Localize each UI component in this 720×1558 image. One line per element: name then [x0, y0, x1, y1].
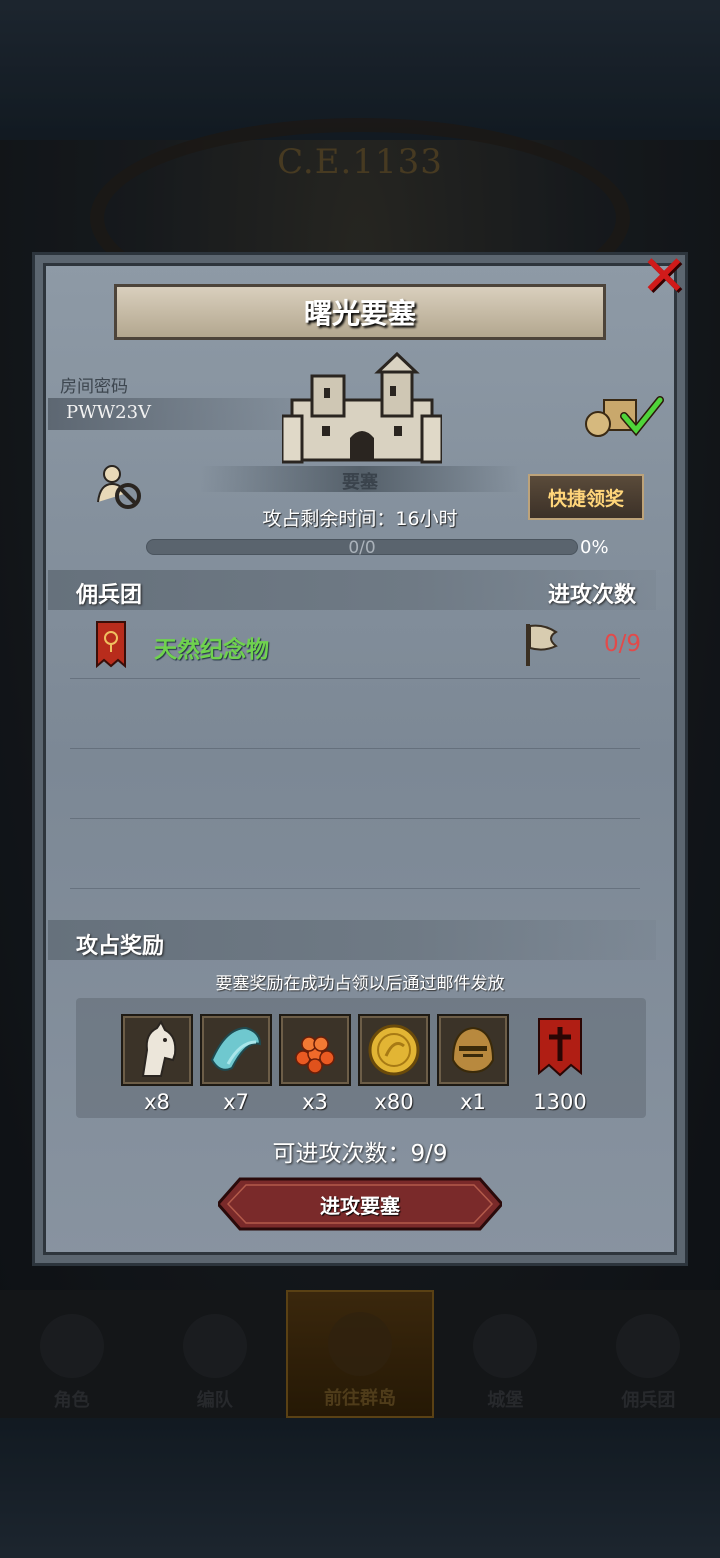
dialog-title: 曙光要塞	[303, 297, 416, 330]
progress-percent: 0%	[580, 537, 609, 558]
reward-item[interactable]: x80	[358, 1014, 430, 1114]
reward-qty: x1	[460, 1090, 486, 1114]
reward-qty: 1300	[533, 1090, 587, 1114]
reward-item[interactable]: 1300	[522, 1014, 598, 1114]
caviar-icon	[295, 1036, 335, 1074]
fortress-icon	[282, 351, 442, 464]
guild-banner-icon	[538, 1018, 582, 1077]
supply-claimed-icon	[585, 396, 664, 437]
no-guest-icon[interactable]	[96, 462, 144, 510]
mercenary-section-title: 佣兵团	[76, 583, 143, 608]
remaining-time: 攻占剩余时间：16小时	[262, 508, 458, 530]
attack-flag-icon	[526, 624, 558, 666]
available-attacks: 可进攻次数：9/9	[272, 1141, 448, 1167]
gold-coin-icon	[368, 1024, 420, 1076]
reward-note: 要塞奖励在成功占领以后通过邮件发放	[215, 974, 505, 994]
reward-qty: x8	[144, 1090, 170, 1114]
room-password-label: 房间密码	[60, 377, 128, 397]
reward-item[interactable]: x3	[279, 1014, 351, 1114]
reward-item[interactable]: x8	[121, 1014, 193, 1114]
list-divider	[70, 818, 640, 819]
reward-qty: x3	[302, 1090, 328, 1114]
list-divider	[70, 678, 640, 679]
list-divider	[70, 748, 640, 749]
reward-item[interactable]: x7	[200, 1014, 272, 1114]
attack-count: 0/9	[604, 631, 642, 657]
reward-qty: x80	[374, 1090, 414, 1114]
room-password-value: PWW23V	[66, 402, 152, 423]
close-icon: ✕	[640, 244, 688, 309]
attack-count-header: 进攻次数	[548, 583, 637, 608]
list-divider	[70, 888, 640, 889]
rewards-section-title: 攻占奖励	[76, 934, 165, 959]
horse-icon	[141, 1020, 177, 1077]
title-banner: 曙光要塞	[114, 284, 606, 340]
cloth-icon	[210, 1026, 262, 1071]
progress-text: 0/0	[348, 538, 376, 558]
helmet-icon	[451, 1026, 495, 1074]
guild-banner-icon	[96, 621, 126, 668]
close-button[interactable]: ✕	[636, 248, 692, 306]
attack-fortress-label: 进攻要塞	[320, 1193, 400, 1218]
reward-qty: x7	[223, 1090, 249, 1114]
guild-name[interactable]: 天然纪念物	[154, 630, 269, 664]
reward-item[interactable]: x1	[437, 1014, 509, 1114]
